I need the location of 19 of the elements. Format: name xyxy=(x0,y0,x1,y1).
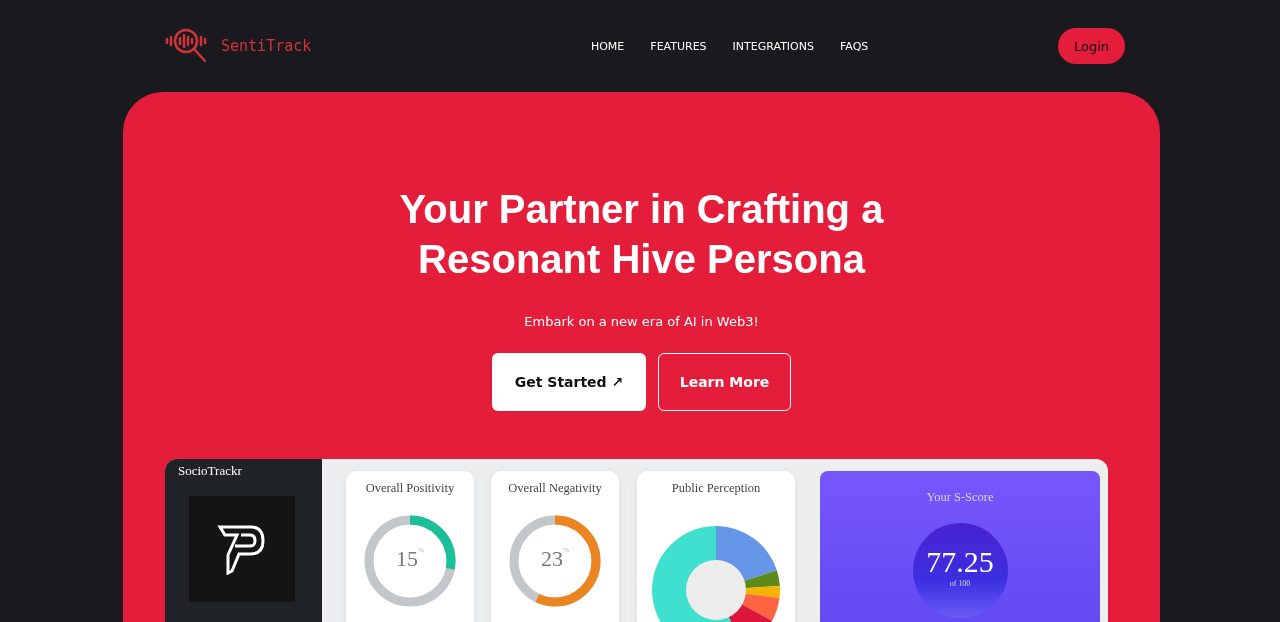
brand-name: SentiTrack xyxy=(221,37,312,55)
score-value: 77.25 xyxy=(926,545,994,579)
login-button[interactable]: Login xyxy=(1057,28,1125,64)
hero-title: Your Partner in Crafting a Resonant Hive Persona xyxy=(399,186,884,283)
donut-hole xyxy=(686,560,746,620)
app-name: SocioTrackr xyxy=(178,463,243,479)
card-title: Overall Negativity xyxy=(508,481,602,496)
score-caption: of 100 xyxy=(949,579,971,588)
score-title: Your S-Score xyxy=(926,490,994,505)
hero-subtitle: Embark on a new era of AI in Web3! xyxy=(524,314,759,329)
nav-link[interactable]: FEATURES xyxy=(650,39,707,53)
letter-logo-icon xyxy=(217,523,267,575)
card-title: Overall Positivity xyxy=(365,481,455,496)
learn-more-button[interactable]: Learn More xyxy=(658,353,791,411)
nav-link[interactable]: INTEGRATIONS xyxy=(732,39,814,53)
card-title: Public Perception xyxy=(671,481,761,496)
nav-link[interactable]: HOME xyxy=(590,39,625,53)
nav-link[interactable]: FAQS xyxy=(840,39,869,53)
get-started-button[interactable]: Get Started ↗ xyxy=(492,353,646,411)
